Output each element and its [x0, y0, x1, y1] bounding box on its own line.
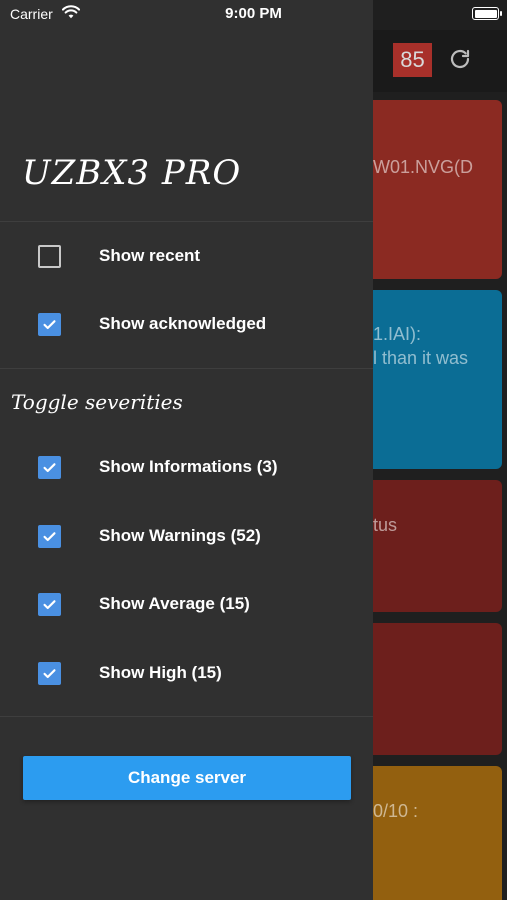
divider	[0, 221, 373, 222]
severity-section-title: Toggle severities	[11, 390, 183, 414]
problem-card-text: 1.IAI): l than it was	[373, 324, 469, 369]
option-show-acknowledged[interactable]: Show acknowledged	[0, 300, 373, 348]
problem-card-text: W01.NVG(D	[373, 157, 474, 177]
option-severity-average[interactable]: Show Average (15)	[0, 580, 373, 628]
divider	[0, 368, 373, 369]
checkbox-checked-icon[interactable]	[38, 592, 61, 616]
change-server-button[interactable]: Change server	[23, 756, 351, 800]
problem-card[interactable]: 0/10 :	[365, 766, 502, 900]
option-label: Show Warnings (52)	[99, 526, 261, 545]
checkbox-unchecked-icon[interactable]	[38, 244, 61, 268]
option-label: Show Average (15)	[99, 594, 250, 613]
option-severity-informations[interactable]: Show Informations (3)	[0, 443, 373, 491]
checkbox-checked-icon[interactable]	[38, 455, 61, 479]
option-show-recent[interactable]: Show recent	[0, 232, 373, 280]
alert-counter-badge[interactable]: 85	[393, 43, 432, 77]
option-label: Show acknowledged	[99, 314, 267, 333]
navigation-drawer: UZBX3 PRO Show recent Show acknowledged …	[0, 0, 373, 900]
problem-card-text: 0/10 :	[373, 801, 419, 821]
option-severity-warnings[interactable]: Show Warnings (52)	[0, 512, 373, 560]
problem-card[interactable]: tus	[365, 480, 502, 612]
problem-card[interactable]: W01.NVG(D	[365, 100, 502, 279]
problem-card[interactable]: 1.IAI): l than it was	[365, 290, 502, 469]
problem-card[interactable]	[365, 623, 502, 755]
option-severity-high[interactable]: Show High (15)	[0, 649, 373, 697]
checkbox-checked-icon[interactable]	[38, 524, 61, 548]
option-label: Show recent	[99, 246, 201, 265]
checkbox-checked-icon[interactable]	[38, 312, 61, 336]
divider	[0, 716, 373, 717]
status-bar: Carrier 9:00 PM	[0, 0, 507, 30]
app-title: UZBX3 PRO	[22, 153, 242, 193]
problem-card-text: tus	[373, 515, 398, 535]
battery-icon	[472, 7, 502, 20]
clock: 9:00 PM	[225, 5, 282, 22]
option-label: Show High (15)	[99, 663, 222, 682]
checkbox-checked-icon[interactable]	[38, 661, 61, 685]
option-label: Show Informations (3)	[99, 457, 278, 476]
refresh-icon[interactable]	[448, 47, 472, 71]
